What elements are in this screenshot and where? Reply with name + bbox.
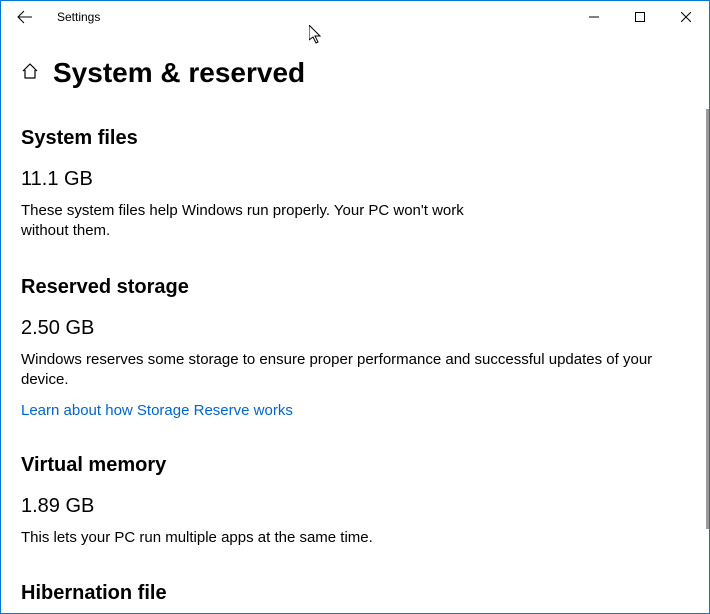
maximize-button[interactable] bbox=[617, 1, 663, 33]
section-heading: Reserved storage bbox=[21, 276, 689, 299]
section-reserved-storage: Reserved storage 2.50 GB Windows reserve… bbox=[21, 276, 689, 421]
back-button[interactable] bbox=[9, 1, 41, 33]
section-heading: Hibernation file bbox=[21, 582, 689, 605]
content-area: System & reserved System files 11.1 GB T… bbox=[1, 33, 709, 613]
section-description: These system files help Windows run prop… bbox=[21, 201, 481, 242]
section-value: 11.1 GB bbox=[21, 168, 689, 191]
section-description: Windows reserves some storage to ensure … bbox=[21, 350, 689, 391]
section-heading: System files bbox=[21, 127, 689, 150]
scrollbar[interactable] bbox=[706, 109, 709, 529]
page-header: System & reserved bbox=[21, 57, 689, 89]
back-arrow-icon bbox=[17, 9, 33, 25]
section-description: This lets your PC run multiple apps at t… bbox=[21, 528, 689, 548]
section-value: 2.50 GB bbox=[21, 317, 689, 340]
section-heading: Virtual memory bbox=[21, 454, 689, 477]
section-hibernation-file: Hibernation file bbox=[21, 582, 689, 605]
close-icon bbox=[681, 12, 691, 22]
storage-reserve-link[interactable]: Learn about how Storage Reserve works bbox=[21, 402, 293, 419]
home-icon[interactable] bbox=[21, 62, 39, 85]
window-controls bbox=[571, 1, 709, 33]
close-button[interactable] bbox=[663, 1, 709, 33]
titlebar: Settings bbox=[1, 1, 709, 33]
minimize-icon bbox=[589, 12, 599, 22]
maximize-icon bbox=[635, 12, 645, 22]
app-title: Settings bbox=[57, 10, 100, 24]
section-virtual-memory: Virtual memory 1.89 GB This lets your PC… bbox=[21, 454, 689, 548]
page-title: System & reserved bbox=[53, 57, 305, 89]
section-value: 1.89 GB bbox=[21, 495, 689, 518]
section-system-files: System files 11.1 GB These system files … bbox=[21, 127, 689, 242]
minimize-button[interactable] bbox=[571, 1, 617, 33]
